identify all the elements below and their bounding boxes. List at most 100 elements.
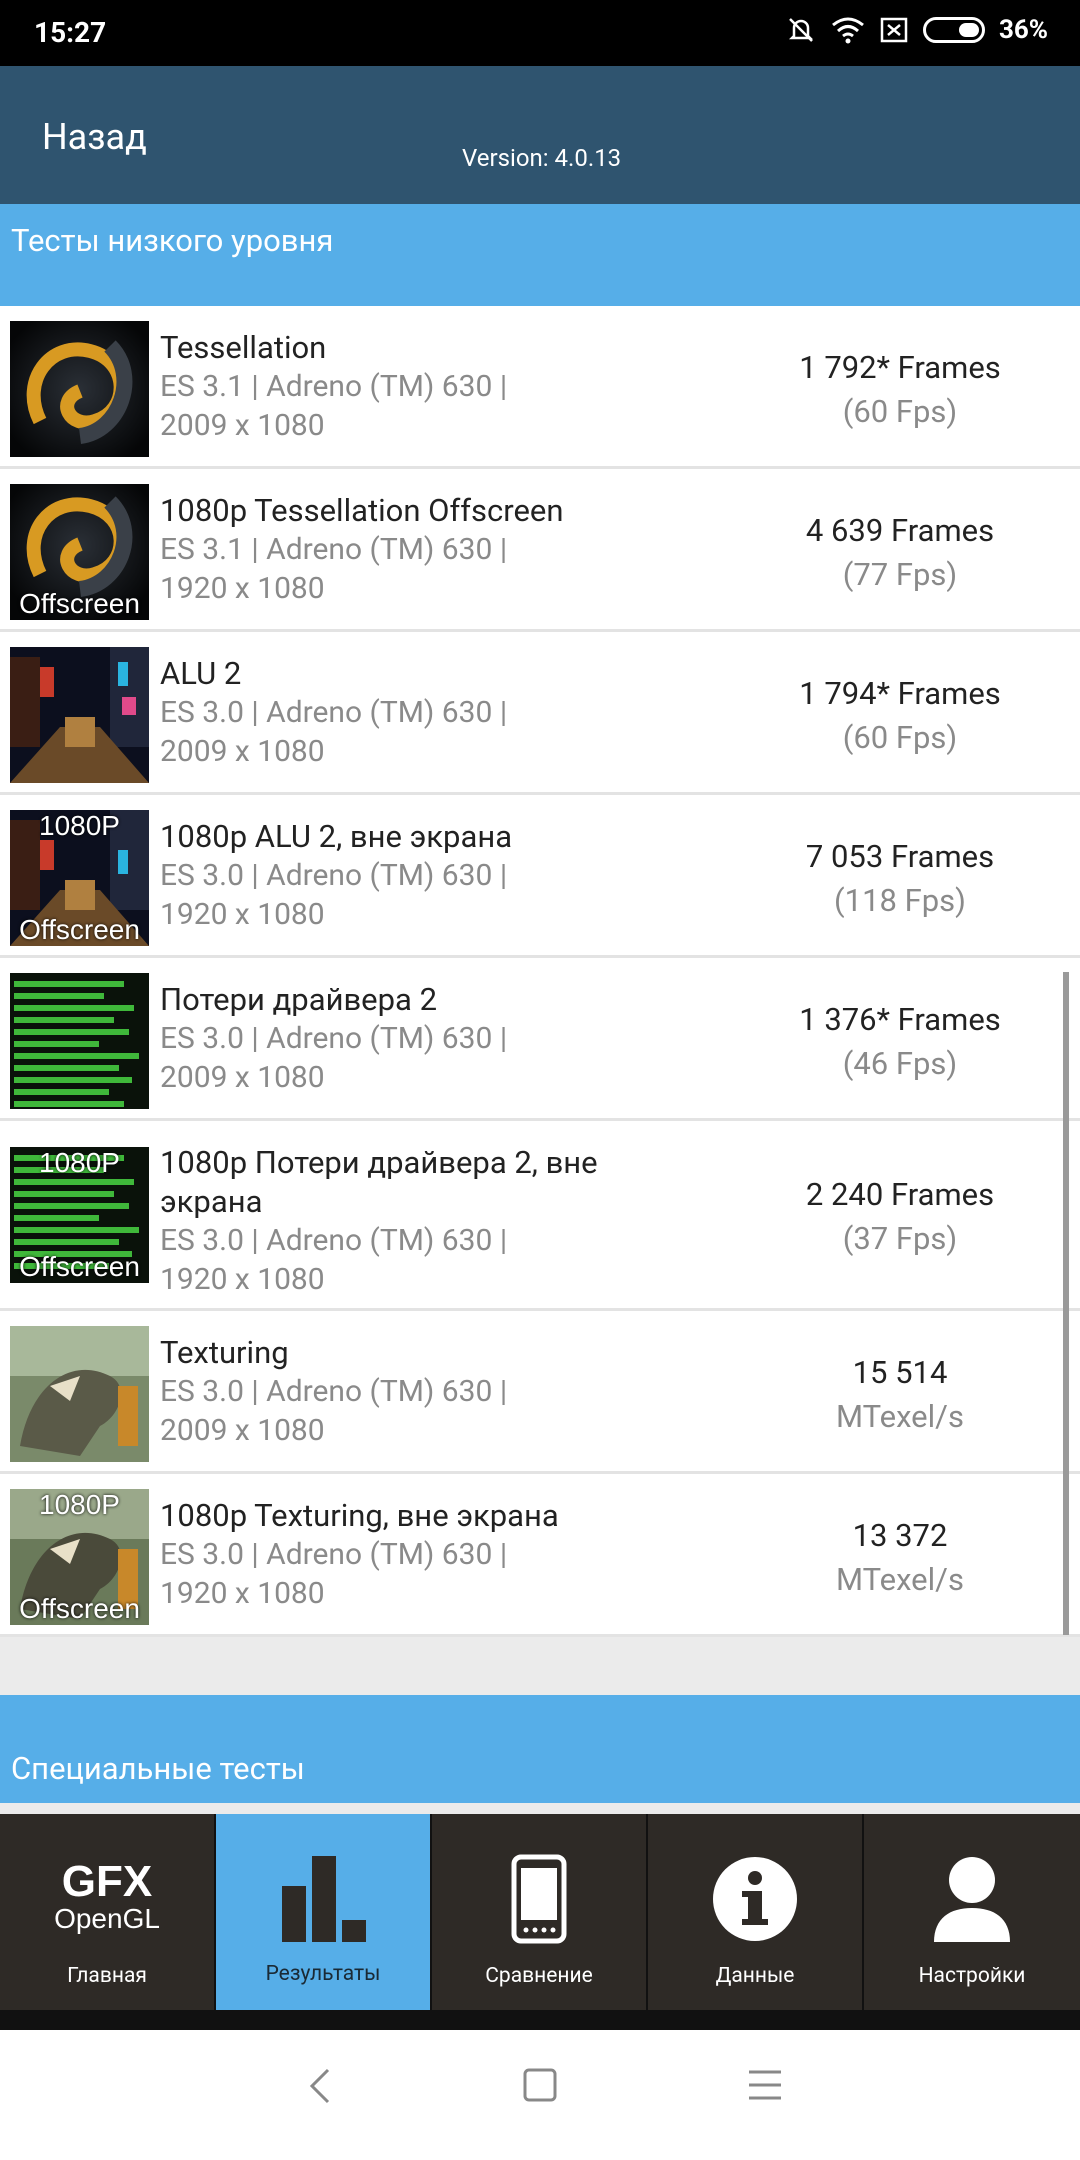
nav-home-icon[interactable] — [523, 2068, 557, 2102]
test-thumbnail: 1080P Offscreen — [10, 1147, 149, 1283]
tab-home[interactable]: GFX OpenGL Главная — [0, 1814, 216, 2010]
test-row[interactable]: 1080P Offscreen 1080p Texturing, вне экр… — [0, 1474, 1080, 1637]
test-resolution: 1920 x 1080 — [160, 571, 325, 606]
test-row[interactable]: 1080P Offscreen 1080p ALU 2, вне экрана … — [0, 795, 1080, 958]
tab-label: Главная — [67, 1964, 147, 1988]
tab-label: Данные — [715, 1964, 795, 1988]
version-label: Version: 4.0.13 — [462, 144, 622, 172]
status-icons: 36% — [785, 14, 1048, 46]
thumb-1080p-label: 1080P — [39, 810, 120, 841]
test-thumbnail — [10, 973, 149, 1109]
test-api: ES 3.0 | Adreno (TM) 630 | — [160, 1537, 508, 1572]
nav-menu-icon[interactable] — [747, 2068, 783, 2102]
test-result: 4 639 Frames — [805, 512, 995, 549]
test-result-sub: (77 Fps) — [842, 556, 958, 593]
test-api: ES 3.0 | Adreno (TM) 630 | — [160, 1021, 508, 1056]
thumb-offscreen-label: Offscreen — [19, 1251, 140, 1282]
tab-info[interactable]: Данные — [648, 1814, 864, 2010]
gfx-logo-icon: GFX OpenGL — [54, 1860, 160, 1934]
test-name: 1080p Потери драйвера 2, вне экрана — [160, 1144, 598, 1220]
thumb-offscreen-label: Offscreen — [19, 1593, 140, 1624]
test-result-sub: (60 Fps) — [842, 719, 958, 756]
test-row[interactable]: Потери драйвера 2 ES 3.0 | Adreno (TM) 6… — [0, 958, 1080, 1121]
test-thumbnail — [10, 647, 149, 783]
logo-gfx-text: GFX — [61, 1857, 153, 1906]
test-api: ES 3.0 | Adreno (TM) 630 | — [160, 1223, 508, 1258]
info-icon — [713, 1857, 797, 1941]
tab-label: Сравнение — [485, 1964, 593, 1988]
test-resolution: 1920 x 1080 — [160, 897, 325, 932]
nav-back-icon[interactable] — [306, 2066, 336, 2106]
test-resolution: 2009 x 1080 — [160, 1060, 325, 1095]
test-result-sub: MTexel/s — [836, 1398, 964, 1435]
mute-bell-icon — [788, 18, 813, 42]
test-name: ALU 2 — [160, 655, 242, 692]
thumb-1080p-label: 1080P — [39, 1147, 120, 1178]
test-name: 1080p Texturing, вне экрана — [160, 1497, 559, 1534]
test-result: 2 240 Frames — [805, 1176, 995, 1213]
test-name: Потери драйвера 2 — [160, 981, 438, 1018]
test-result-sub: (60 Fps) — [842, 393, 958, 430]
test-thumbnail: 1080P Offscreen — [10, 810, 149, 946]
tab-compare[interactable]: Сравнение — [432, 1814, 648, 2010]
thumb-1080p-label: 1080P — [39, 1489, 120, 1520]
tab-results[interactable]: Результаты — [216, 1814, 432, 2010]
tab-label: Настройки — [918, 1964, 1026, 1988]
test-result: 1 794* Frames — [799, 675, 1001, 712]
wifi-icon — [832, 17, 864, 44]
thumb-offscreen-label: Offscreen — [19, 914, 140, 945]
test-resolution: 2009 x 1080 — [160, 1413, 325, 1448]
status-time: 15:27 — [34, 16, 107, 49]
test-name: 1080p ALU 2, вне экрана — [160, 818, 513, 855]
phone-icon — [511, 1854, 567, 1944]
battery-icon — [922, 17, 985, 43]
tab-label: Результаты — [265, 1962, 381, 1986]
test-result-sub: (37 Fps) — [842, 1220, 958, 1257]
test-result-sub: (118 Fps) — [834, 882, 966, 919]
no-sim-icon — [880, 17, 908, 43]
scrollbar[interactable] — [1063, 972, 1069, 1635]
test-api: ES 3.1 | Adreno (TM) 630 | — [160, 532, 508, 567]
test-resolution: 2009 x 1080 — [160, 734, 325, 769]
tab-settings[interactable]: Настройки — [864, 1814, 1080, 2010]
test-row[interactable]: Offscreen 1080p Tessellation Offscreen E… — [0, 469, 1080, 632]
test-resolution: 2009 x 1080 — [160, 408, 325, 443]
test-thumbnail — [10, 321, 149, 457]
logo-opengl-text: OpenGL — [54, 1903, 160, 1934]
test-result: 13 372 — [852, 1517, 948, 1554]
test-name: Tessellation — [160, 329, 327, 366]
back-button[interactable]: Назад — [42, 116, 147, 158]
battery-percent: 36% — [998, 15, 1048, 45]
system-nav-bar — [0, 2030, 1080, 2160]
test-thumbnail: Offscreen — [10, 484, 149, 620]
test-api: ES 3.1 | Adreno (TM) 630 | — [160, 369, 508, 404]
app-root: 15:27 36% Назад Version: 4.0.13 Тесты ни… — [0, 0, 1080, 2160]
test-result: 15 514 — [852, 1354, 948, 1391]
test-result-sub: (46 Fps) — [842, 1045, 958, 1082]
test-resolution: 1920 x 1080 — [160, 1262, 325, 1297]
test-thumbnail: 1080P Offscreen — [10, 1489, 149, 1625]
bottom-tab-bar: GFX OpenGL Главная Результаты Сравнение — [0, 1814, 1080, 2010]
test-result: 1 792* Frames — [799, 349, 1001, 386]
status-bar: 15:27 36% — [0, 0, 1080, 66]
test-result: 7 053 Frames — [805, 838, 995, 875]
test-name: 1080p Tessellation Offscreen — [160, 492, 564, 529]
test-result: 1 376* Frames — [799, 1001, 1001, 1038]
thumb-offscreen-label: Offscreen — [19, 588, 140, 619]
divider — [0, 2010, 1080, 2030]
bar-chart-icon — [282, 1856, 366, 1942]
test-result-sub: MTexel/s — [836, 1561, 964, 1598]
test-row[interactable]: Texturing ES 3.0 | Adreno (TM) 630 | 200… — [0, 1311, 1080, 1474]
test-row[interactable]: ALU 2 ES 3.0 | Adreno (TM) 630 | 2009 x … — [0, 632, 1080, 795]
user-icon — [934, 1857, 1010, 1942]
test-resolution: 1920 x 1080 — [160, 1576, 325, 1611]
test-api: ES 3.0 | Adreno (TM) 630 | — [160, 1374, 508, 1409]
test-thumbnail — [10, 1326, 149, 1462]
results-list: Tessellation ES 3.1 | Adreno (TM) 630 | … — [0, 306, 1080, 1637]
test-row[interactable]: Tessellation ES 3.1 | Adreno (TM) 630 | … — [0, 306, 1080, 469]
test-name: Texturing — [160, 1334, 289, 1371]
test-api: ES 3.0 | Adreno (TM) 630 | — [160, 858, 508, 893]
test-row[interactable]: 1080P Offscreen 1080p Потери драйвера 2,… — [0, 1121, 1080, 1311]
test-api: ES 3.0 | Adreno (TM) 630 | — [160, 695, 508, 730]
section-header-special: Специальные тесты — [0, 1695, 1080, 1803]
